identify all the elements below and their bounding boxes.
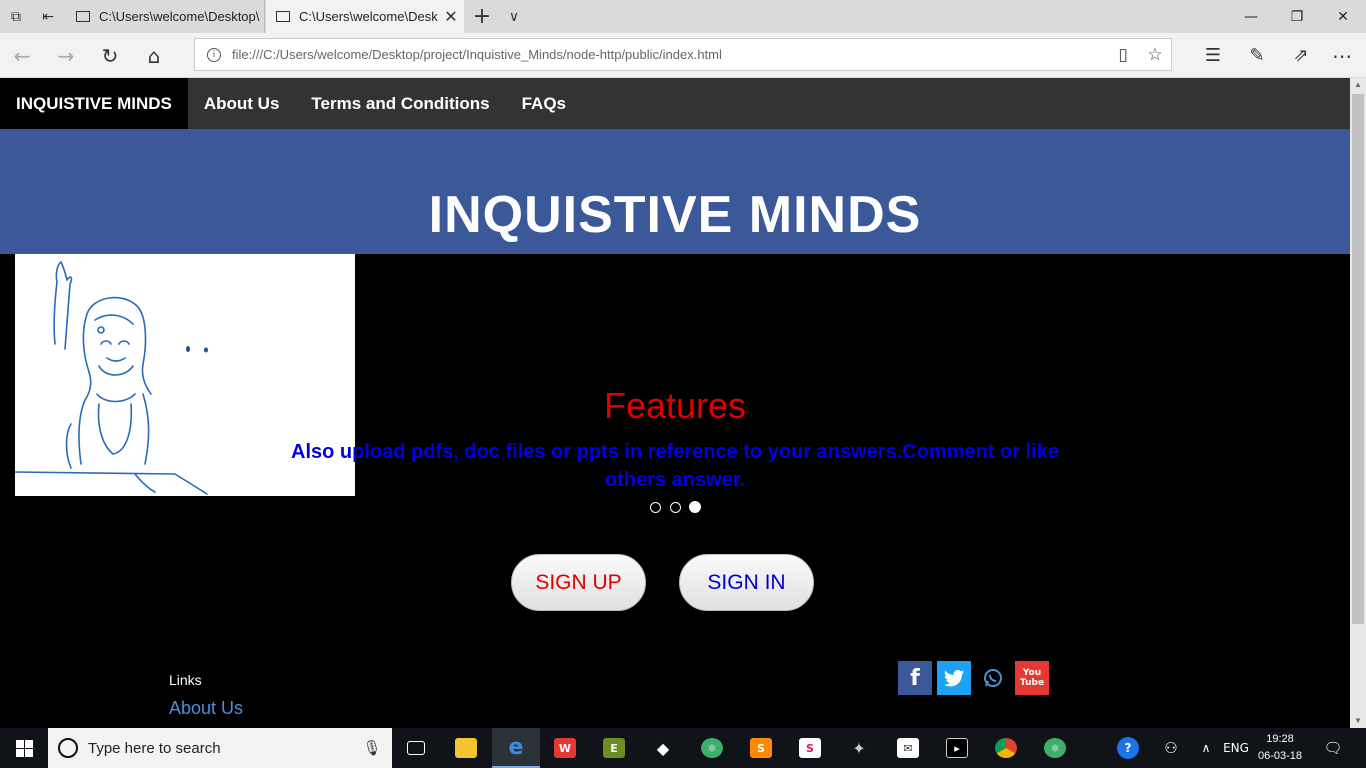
page-icon bbox=[76, 11, 90, 22]
unity-icon[interactable]: ✦ bbox=[835, 728, 883, 768]
tab-title: C:\Users\welcome\Desktop\ bbox=[99, 9, 260, 24]
home-button[interactable]: ⌂ bbox=[132, 33, 176, 78]
scrollbar-thumb[interactable] bbox=[1352, 94, 1364, 624]
set-aside-tabs-icon[interactable]: ⇤ bbox=[32, 0, 64, 33]
language-indicator[interactable]: ENG bbox=[1220, 728, 1252, 768]
youtube-label: You Tube bbox=[1020, 668, 1045, 688]
close-window-button[interactable]: ✕ bbox=[1320, 0, 1366, 33]
atom-icon[interactable]: ⚛ bbox=[688, 728, 736, 768]
carousel-indicator-1[interactable] bbox=[650, 502, 661, 513]
web-page: INQUISTIVE MINDS About Us Terms and Cond… bbox=[0, 78, 1350, 728]
browser-tab-1[interactable]: C:\Users\welcome\Desktop\ bbox=[66, 0, 265, 33]
close-tab-icon[interactable]: ✕ bbox=[438, 7, 464, 26]
search-placeholder[interactable]: Type here to search bbox=[88, 740, 352, 757]
clock-time: 19:28 bbox=[1266, 733, 1294, 745]
atom-icon[interactable]: ⚛ bbox=[1031, 728, 1079, 768]
wps-office-icon[interactable]: W bbox=[541, 728, 589, 768]
nav-brand[interactable]: INQUISTIVE MINDS bbox=[0, 78, 188, 129]
edge-icon[interactable]: e bbox=[492, 728, 540, 768]
microphone-icon[interactable]: 🎙 bbox=[352, 739, 392, 757]
footer-link-about-us[interactable]: About Us bbox=[169, 698, 243, 719]
hero-banner: INQUISTIVE MINDS bbox=[0, 129, 1350, 254]
whatsapp-icon[interactable] bbox=[976, 661, 1010, 695]
browser-tab-strip: ⧉ ⇤ C:\Users\welcome\Desktop\ C:\Users\w… bbox=[0, 0, 1366, 33]
cortana-icon bbox=[58, 738, 78, 758]
show-hidden-icons[interactable]: ∧ bbox=[1194, 728, 1218, 768]
refresh-button[interactable]: ↻ bbox=[88, 33, 132, 78]
sign-in-button[interactable]: SIGN IN bbox=[679, 554, 814, 611]
taskbar-search[interactable]: Type here to search 🎙 bbox=[48, 728, 392, 768]
clock[interactable]: 19:28 06-03-18 bbox=[1252, 731, 1308, 765]
sign-up-button[interactable]: SIGN UP bbox=[511, 554, 646, 611]
carousel-indicator-3[interactable] bbox=[689, 501, 701, 513]
nav-item-faqs[interactable]: FAQs bbox=[506, 78, 582, 129]
people-icon[interactable]: ⚇ bbox=[1156, 728, 1186, 768]
more-options-icon[interactable]: ⋯ bbox=[1320, 33, 1364, 78]
terminal-icon[interactable]: ▸ bbox=[933, 728, 981, 768]
evernote-icon[interactable]: E bbox=[590, 728, 638, 768]
notifications-icon[interactable]: 🗨 bbox=[1316, 728, 1350, 768]
mail-icon[interactable]: ✉ bbox=[884, 728, 932, 768]
page-icon bbox=[276, 11, 290, 22]
carousel-title: Features bbox=[603, 385, 747, 426]
tab-list-button[interactable]: ∨ bbox=[498, 0, 530, 33]
browser-toolbar: ← → ↻ ⌂ i file:///C:/Users/welcome/Deskt… bbox=[0, 33, 1366, 78]
favorites-hub-icon[interactable]: ☰ bbox=[1191, 33, 1235, 78]
nav-item-about-us[interactable]: About Us bbox=[188, 78, 296, 129]
favorite-star-icon[interactable]: ☆ bbox=[1139, 45, 1171, 65]
maximize-button[interactable]: ❐ bbox=[1274, 0, 1320, 33]
browser-tab-2[interactable]: C:\Users\welcome\Desk ✕ bbox=[266, 0, 464, 33]
youtube-icon[interactable]: You Tube bbox=[1015, 661, 1049, 695]
chrome-icon[interactable] bbox=[982, 728, 1030, 768]
twitter-icon[interactable] bbox=[937, 661, 971, 695]
footer-links-heading: Links bbox=[169, 672, 202, 688]
scroll-up-icon[interactable]: ▲ bbox=[1350, 78, 1366, 92]
start-button[interactable] bbox=[0, 728, 48, 768]
windows-icon bbox=[15, 739, 33, 757]
address-bar[interactable]: i file:///C:/Users/welcome/Desktop/proje… bbox=[194, 38, 1172, 71]
scroll-down-icon[interactable]: ▼ bbox=[1350, 714, 1366, 728]
task-view-icon[interactable] bbox=[392, 728, 440, 768]
slack-icon[interactable]: S bbox=[786, 728, 834, 768]
minimize-button[interactable]: — bbox=[1228, 0, 1274, 33]
new-tab-button[interactable]: + bbox=[466, 0, 498, 33]
carousel-text: Also upload pdfs, doc files or ppts in r… bbox=[291, 441, 1059, 491]
tab-actions-icon[interactable]: ⧉ bbox=[0, 0, 32, 33]
site-navbar: INQUISTIVE MINDS About Us Terms and Cond… bbox=[0, 78, 1350, 129]
reading-view-icon[interactable]: ▯ bbox=[1107, 45, 1139, 65]
info-icon[interactable]: i bbox=[207, 47, 221, 62]
nav-item-terms[interactable]: Terms and Conditions bbox=[295, 78, 505, 129]
sublime-icon[interactable]: S bbox=[737, 728, 785, 768]
clock-date: 06-03-18 bbox=[1257, 750, 1303, 762]
web-note-icon[interactable]: ✎ bbox=[1235, 33, 1279, 78]
share-icon[interactable]: ⇗ bbox=[1279, 33, 1323, 78]
carousel-indicator-2[interactable] bbox=[670, 502, 681, 513]
page-scrollbar[interactable]: ▲ ▼ bbox=[1350, 78, 1366, 728]
file-explorer-icon[interactable] bbox=[442, 728, 490, 768]
hero-title: INQUISTIVE MINDS bbox=[428, 186, 922, 244]
forward-button[interactable]: → bbox=[44, 33, 88, 78]
facebook-icon[interactable]: f bbox=[898, 661, 932, 695]
back-button[interactable]: ← bbox=[0, 33, 44, 78]
url-text[interactable]: file:///C:/Users/welcome/Desktop/project… bbox=[232, 47, 1107, 62]
tab-title: C:\Users\welcome\Desk bbox=[299, 9, 438, 24]
taskbar: Type here to search 🎙 e W E ◆ ⚛ S S ✦ ✉ … bbox=[0, 728, 1366, 768]
dropbox-icon[interactable]: ◆ bbox=[639, 728, 687, 768]
help-icon[interactable]: ? bbox=[1112, 728, 1144, 768]
